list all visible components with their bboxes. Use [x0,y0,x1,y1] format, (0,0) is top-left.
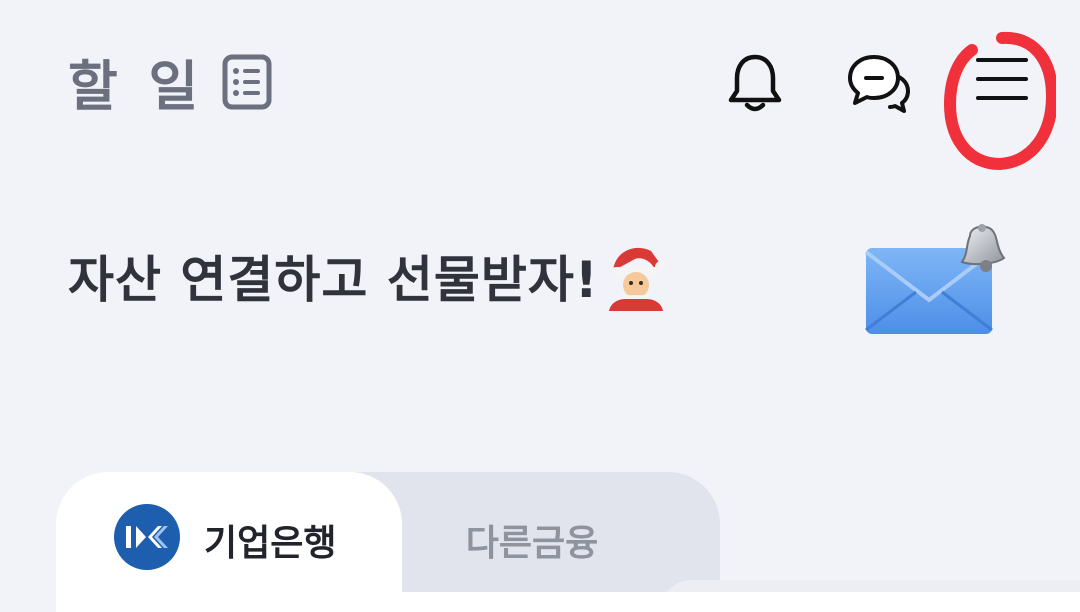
account-card [56,592,1080,612]
chat-icon [848,55,910,113]
promo-text: 자산 연결하고 선물받자! [68,251,599,309]
list-icon [222,54,272,109]
envelope-bell-icon [864,224,1006,334]
tab-other-finance[interactable]: 다른금융 [402,472,662,592]
tab-other-finance-label: 다른금융 [465,523,599,564]
promo-banner[interactable]: 자산 연결하고 선물받자! [68,240,667,312]
hamburger-menu-icon [976,58,1028,100]
ibk-logo [114,504,180,570]
todo-link[interactable]: 할 일 [68,42,272,121]
todo-label: 할 일 [68,55,205,118]
santa-icon [608,247,667,311]
tab-ibk-label: 기업은행 [204,523,337,564]
chat-button[interactable] [838,44,920,122]
bell-icon [728,54,782,112]
top-bar: 할 일 [0,0,1080,170]
tab-ibk[interactable]: 기업은행 [56,472,402,612]
notifications-button[interactable] [716,44,794,122]
home-screen: 할 일 자산 연결하고 선물받자! 기업은행 다른금융 [0,0,1080,612]
menu-button[interactable] [944,30,1056,170]
